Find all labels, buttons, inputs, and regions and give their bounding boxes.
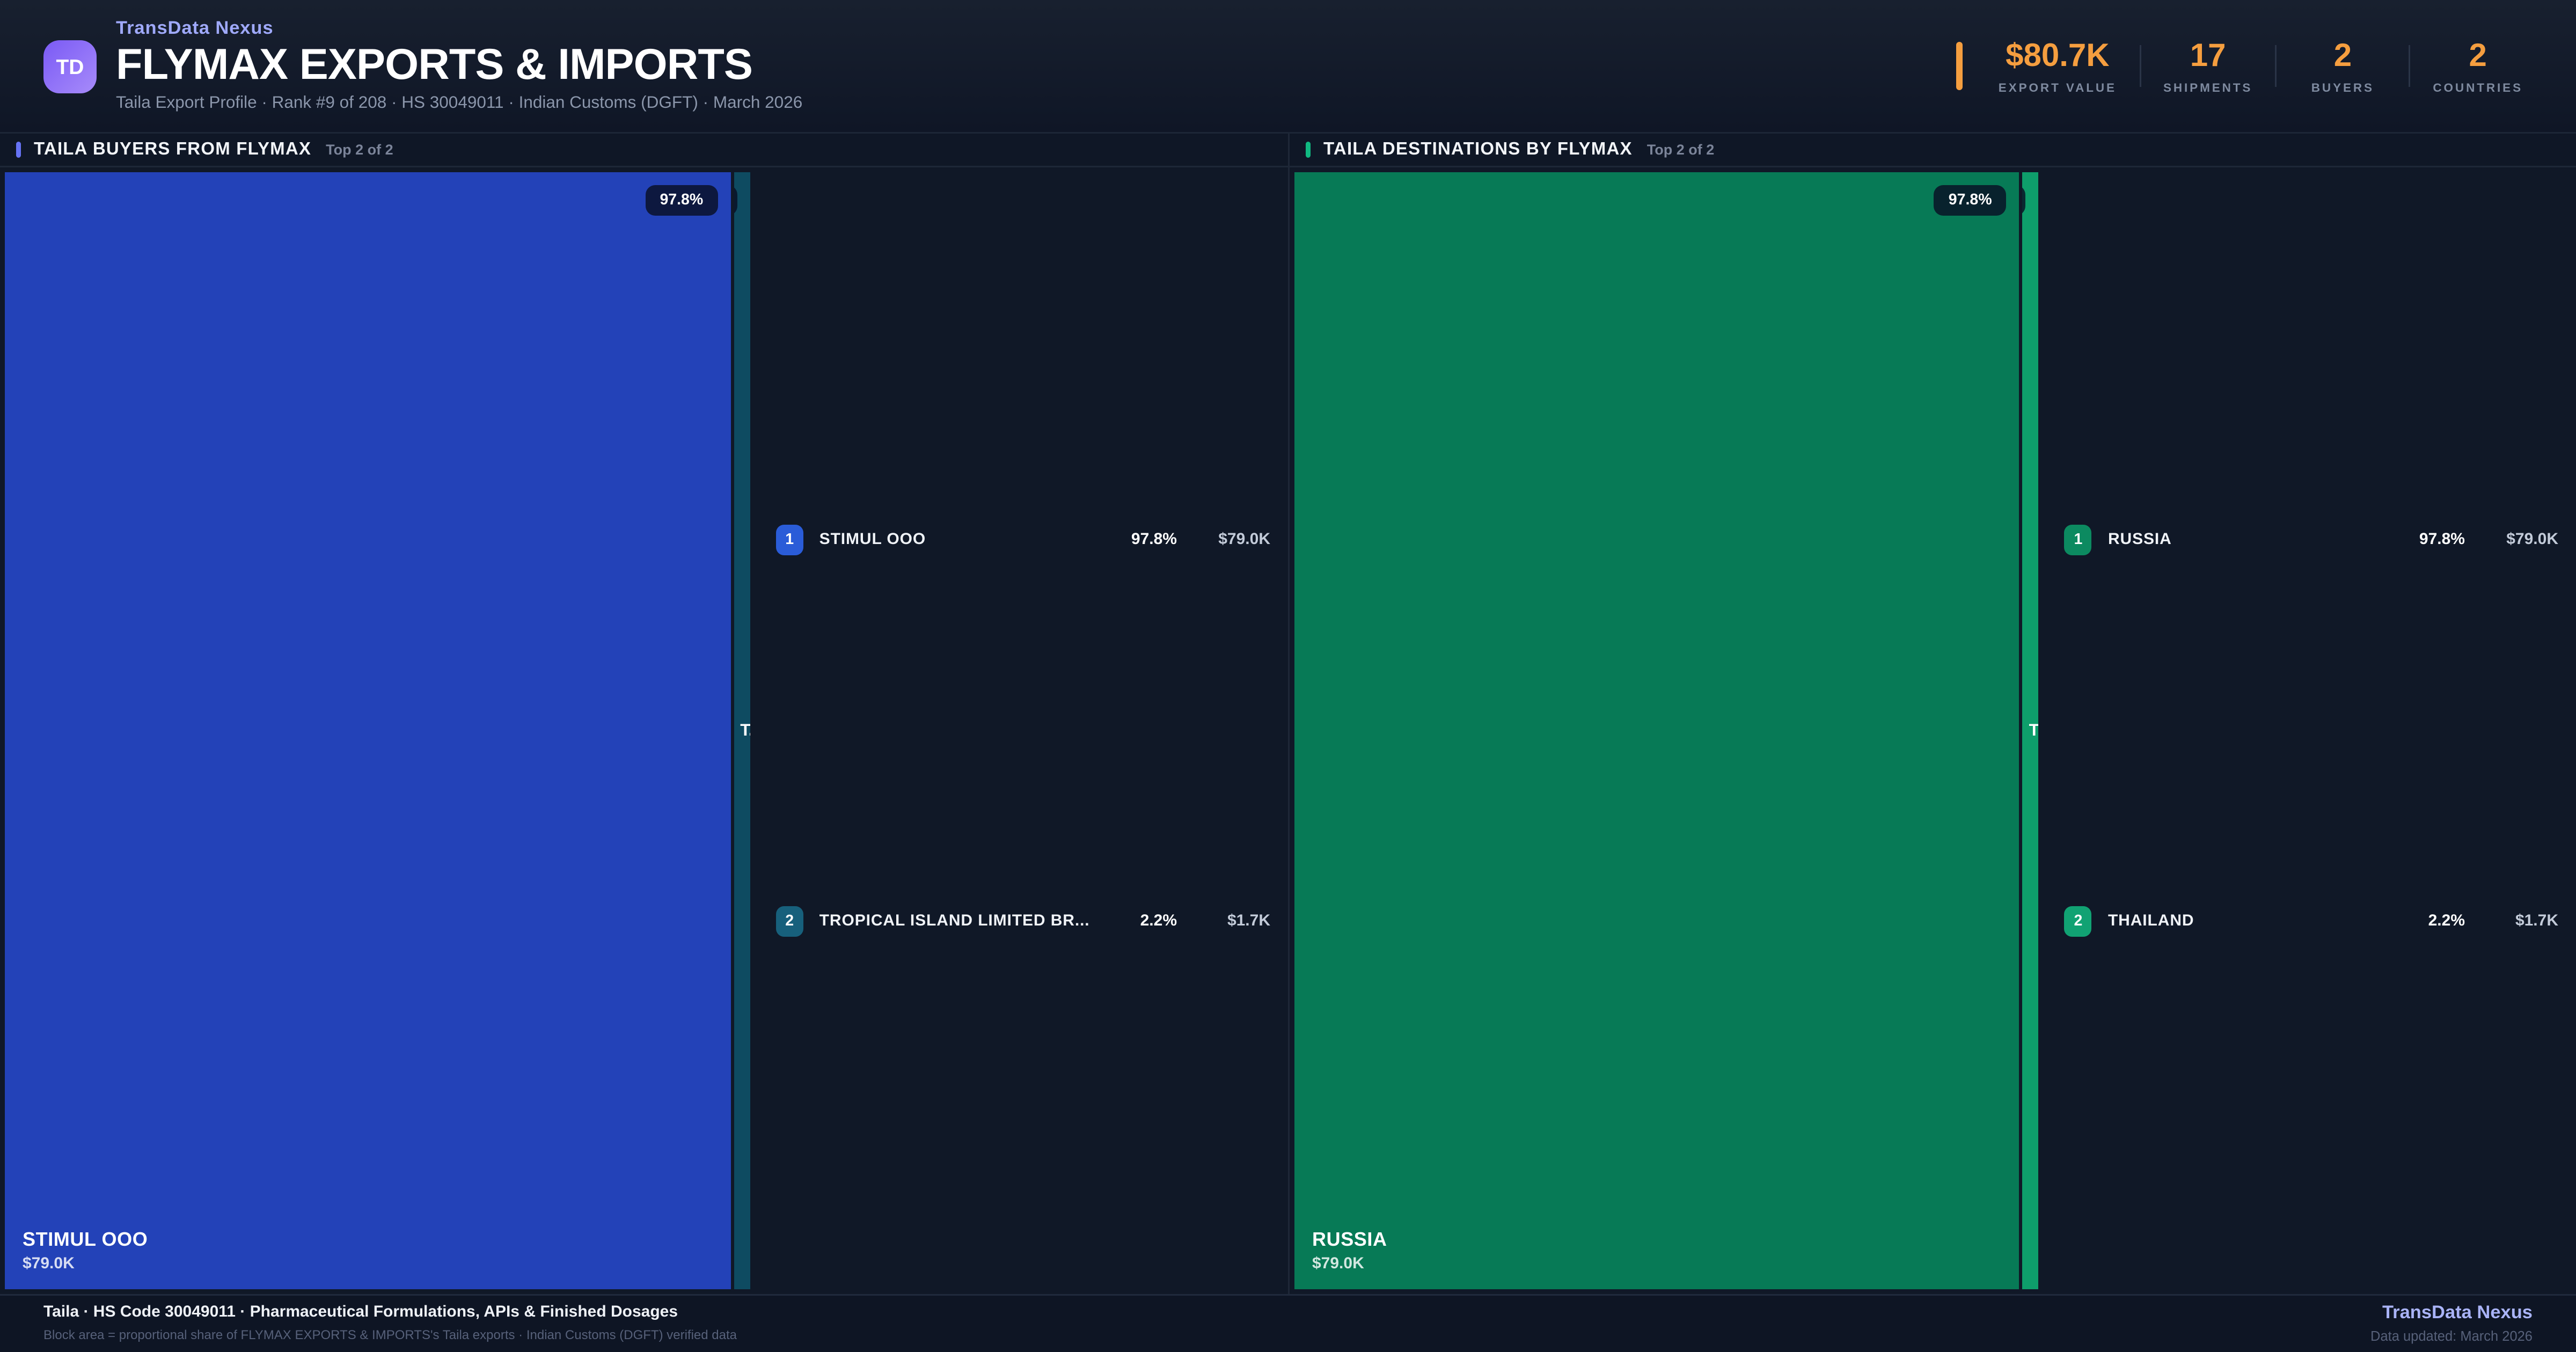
footer-main-text: Taila · HS Code 30049011 · Pharmaceutica… [43, 1304, 678, 1321]
accent-bar [16, 142, 21, 158]
rank-badge: 2 [775, 906, 803, 937]
rank-pct: 2.2% [2428, 913, 2465, 931]
stat-value: 2 [2333, 38, 2352, 74]
main: TAILA BUYERS FROM FLYMAX Top 2 of 2 97.8… [0, 134, 2576, 1294]
footer: Taila · HS Code 30049011 · Pharmaceutica… [0, 1294, 2576, 1352]
rank-row-russia[interactable]: 1 RUSSIA 97.8% $79.0K [2039, 524, 2571, 555]
stat-divider [2275, 45, 2277, 87]
page-subtitle: Taila Export Profile · Rank #9 of 208 · … [116, 93, 803, 113]
rank-badge: 1 [2064, 524, 2092, 555]
treemap-destinations: 97.8% RUSSIA $79.0K 2.2% T.. [1294, 172, 2039, 1289]
block-value: $79.0K [1312, 1255, 1364, 1273]
panel-buyers-header: TAILA BUYERS FROM FLYMAX Top 2 of 2 [0, 134, 1288, 167]
header-titles: TransData Nexus FLYMAX EXPORTS & IMPORTS… [116, 19, 802, 113]
share-chip: 2.2% [734, 185, 737, 216]
panel-note: Top 2 of 2 [1646, 142, 1715, 158]
accent-bar [1306, 142, 1311, 158]
stat-label: SHIPMENTS [2163, 79, 2253, 94]
panel-destinations-header: TAILA DESTINATIONS BY FLYMAX Top 2 of 2 [1290, 134, 2576, 167]
dashboard: TD TransData Nexus FLYMAX EXPORTS & IMPO… [0, 0, 2576, 1352]
block-mini-label: T.. [740, 721, 750, 740]
stats-accent-bar [1956, 42, 1963, 90]
stat-divider [2409, 45, 2411, 87]
stat-buyers: 2 BUYERS [2289, 38, 2396, 94]
stat-label: COUNTRIES [2433, 79, 2523, 94]
treemap-block-thailand[interactable]: 2.2% T.. [2022, 172, 2039, 1289]
rank-name: TROPICAL ISLAND LIMITED BR... [819, 913, 1090, 931]
treemap-block-russia[interactable]: 97.8% RUSSIA $79.0K [1294, 172, 2019, 1289]
footer-right: TransData Nexus Data updated: March 2026 [2370, 1304, 2533, 1344]
rank-name: THAILAND [2107, 913, 2194, 931]
share-chip: 97.8% [645, 185, 718, 216]
rank-name: STIMUL OOO [819, 530, 926, 548]
rank-row-thailand[interactable]: 2 THAILAND 2.2% $1.7K [2039, 906, 2571, 937]
rank-value: $79.0K [1218, 530, 1270, 548]
footer-updated: Data updated: March 2026 [2370, 1328, 2533, 1344]
block-label: RUSSIA $79.0K [1312, 1228, 1387, 1273]
stat-shipments: 17 SHIPMENTS [2154, 38, 2262, 94]
block-mini-label: T.. [2029, 721, 2039, 740]
footer-sub-text: Block area = proportional share of FLYMA… [43, 1328, 737, 1342]
rank-list-buyers: 1 STIMUL OOO 97.8% $79.0K 2 TROPICAL ISL… [750, 172, 1283, 1289]
stat-value: 2 [2469, 38, 2487, 74]
footer-left: Taila · HS Code 30049011 · Pharmaceutica… [43, 1304, 737, 1342]
stat-export-value: $80.7K EXPORT VALUE [1989, 38, 2126, 94]
header-stats: $80.7K EXPORT VALUE 17 SHIPMENTS 2 BUYER… [1956, 38, 2533, 94]
stat-value: $80.7K [2006, 38, 2110, 74]
stat-label: BUYERS [2311, 79, 2374, 94]
rank-pct: 97.8% [1131, 530, 1177, 548]
rank-value: $79.0K [2506, 530, 2558, 548]
block-name: STIMUL OOO [23, 1228, 148, 1251]
stat-label: EXPORT VALUE [1998, 79, 2117, 94]
block-value: $79.0K [23, 1255, 75, 1273]
treemap-block-tropical-island[interactable]: 2.2% T.. [734, 172, 750, 1289]
brand-logo-icon: TD [43, 39, 97, 93]
rank-value: $1.7K [1227, 913, 1270, 931]
page-title: FLYMAX EXPORTS & IMPORTS [116, 40, 753, 89]
panel-title: TAILA BUYERS FROM FLYMAX [34, 140, 312, 159]
rank-badge: 1 [775, 524, 803, 555]
rank-row-stimul-ooo[interactable]: 1 STIMUL OOO 97.8% $79.0K [750, 524, 1283, 555]
share-chip: 2.2% [2022, 185, 2026, 216]
rank-pct: 2.2% [1140, 913, 1177, 931]
stats-group: $80.7K EXPORT VALUE 17 SHIPMENTS 2 BUYER… [1989, 38, 2533, 94]
block-label: STIMUL OOO $79.0K [23, 1228, 148, 1273]
rank-pct: 97.8% [2419, 530, 2465, 548]
treemap-buyers: 97.8% STIMUL OOO $79.0K 2.2% T.. [5, 172, 750, 1289]
rank-list-destinations: 1 RUSSIA 97.8% $79.0K 2 THAILAND 2.2% $1… [2039, 172, 2571, 1289]
header: TD TransData Nexus FLYMAX EXPORTS & IMPO… [0, 0, 2576, 134]
panel-destinations-body: 97.8% RUSSIA $79.0K 2.2% T.. 1 RUSSI [1290, 167, 2576, 1294]
rank-badge: 2 [2064, 906, 2092, 937]
brand-name: TransData Nexus [116, 19, 274, 39]
share-chip: 97.8% [1934, 185, 2007, 216]
panel-destinations: TAILA DESTINATIONS BY FLYMAX Top 2 of 2 … [1288, 134, 2576, 1294]
rank-value: $1.7K [2515, 913, 2558, 931]
treemap-block-stimul-ooo[interactable]: 97.8% STIMUL OOO $79.0K [5, 172, 731, 1289]
footer-brand: TransData Nexus [2382, 1304, 2533, 1323]
panel-buyers: TAILA BUYERS FROM FLYMAX Top 2 of 2 97.8… [0, 134, 1288, 1294]
block-name: RUSSIA [1312, 1228, 1387, 1251]
rank-name: RUSSIA [2107, 530, 2172, 548]
rank-row-tropical-island[interactable]: 2 TROPICAL ISLAND LIMITED BR... 2.2% $1.… [750, 906, 1283, 937]
panel-title: TAILA DESTINATIONS BY FLYMAX [1323, 140, 1633, 159]
panel-buyers-body: 97.8% STIMUL OOO $79.0K 2.2% T.. 1 S [0, 167, 1288, 1294]
panel-note: Top 2 of 2 [326, 142, 393, 158]
stat-divider [2139, 45, 2141, 87]
stat-value: 17 [2190, 38, 2226, 74]
stat-countries: 2 COUNTRIES [2423, 38, 2533, 94]
